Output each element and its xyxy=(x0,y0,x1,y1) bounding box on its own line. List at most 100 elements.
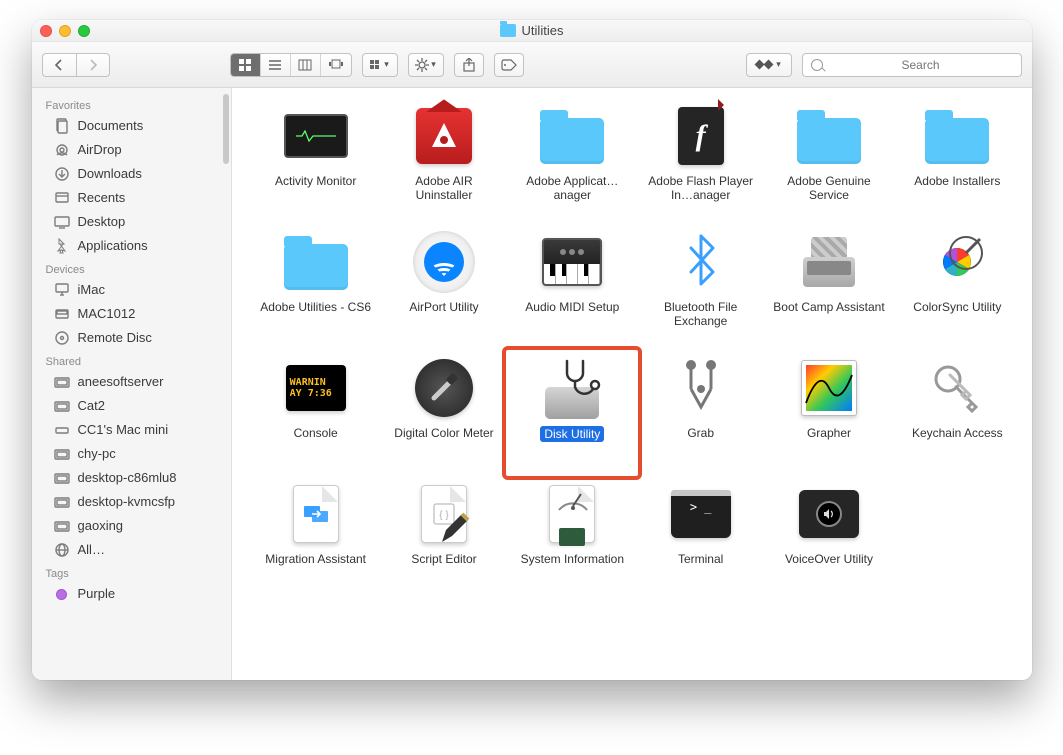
folder-icon xyxy=(925,118,989,164)
sidebar-item-downloads[interactable]: Downloads xyxy=(32,162,231,186)
minimize-button[interactable] xyxy=(59,25,71,37)
forward-button[interactable] xyxy=(76,53,110,77)
app-item-grab[interactable]: Grab xyxy=(636,354,764,474)
app-label: AirPort Utility xyxy=(409,300,478,314)
back-button[interactable] xyxy=(42,53,76,77)
finder-window: Utilities xyxy=(32,20,1032,680)
sidebar-item-imac[interactable]: iMac xyxy=(32,278,231,302)
migration-icon xyxy=(293,485,339,543)
activity-monitor-icon xyxy=(284,114,348,158)
app-item-adobe-utilities-cs6[interactable]: Adobe Utilities - CS6 xyxy=(252,228,380,348)
sidebar-item-cat2[interactable]: Cat2 xyxy=(32,394,231,418)
app-item-migration-assistant[interactable]: Migration Assistant xyxy=(252,480,380,600)
list-icon xyxy=(268,59,282,71)
zoom-button[interactable] xyxy=(78,25,90,37)
app-item-console[interactable]: WARNINAY 7:36 Console xyxy=(252,354,380,474)
app-item-voiceover-utility[interactable]: VoiceOver Utility xyxy=(765,480,893,600)
sidebar-item-desktop-kvmcsfp[interactable]: desktop-kvmcsfp xyxy=(32,490,231,514)
app-label: Digital Color Meter xyxy=(394,426,493,440)
sidebar-item-purple[interactable]: Purple xyxy=(32,582,231,606)
documents-icon xyxy=(54,118,70,134)
chevron-down-icon: ▾ xyxy=(431,59,436,70)
sidebar-item-airdrop[interactable]: AirDrop xyxy=(32,138,231,162)
sidebar-item-aneesoftserver[interactable]: aneesoftserver xyxy=(32,370,231,394)
sidebar-item-label: Applications xyxy=(78,237,148,255)
sidebar-item-remote-disc[interactable]: Remote Disc xyxy=(32,326,231,350)
search-field[interactable] xyxy=(802,53,1022,77)
gallery-icon xyxy=(328,59,344,71)
sidebar-item-label: Purple xyxy=(78,585,116,603)
app-item-boot-camp-assistant[interactable]: Boot Camp Assistant xyxy=(765,228,893,348)
app-item-grapher[interactable]: Grapher xyxy=(765,354,893,474)
sidebar-item-applications[interactable]: Applications xyxy=(32,234,231,258)
app-item-keychain-access[interactable]: Keychain Access xyxy=(893,354,1021,474)
chevron-down-icon: ▾ xyxy=(776,59,781,70)
close-button[interactable] xyxy=(40,25,52,37)
sidebar-item-recents[interactable]: Recents xyxy=(32,186,231,210)
app-item-adobe-installers[interactable]: Adobe Installers xyxy=(893,102,1021,222)
sidebar-item-mac1012[interactable]: MAC1012 xyxy=(32,302,231,326)
view-columns-button[interactable] xyxy=(291,54,321,76)
app-label: ColorSync Utility xyxy=(913,300,1001,314)
view-list-button[interactable] xyxy=(261,54,291,76)
tags-button[interactable] xyxy=(494,53,524,77)
dropbox-button[interactable]: ▾ xyxy=(746,53,792,77)
sidebar-scrollbar[interactable] xyxy=(223,94,229,164)
app-item-activity-monitor[interactable]: Activity Monitor xyxy=(252,102,380,222)
app-item-terminal[interactable]: > _ Terminal xyxy=(636,480,764,600)
app-item-disk-utility[interactable]: Disk Utility xyxy=(508,354,636,474)
app-label: Console xyxy=(294,426,338,440)
sidebar-item-cc1-s-mac-mini[interactable]: CC1's Mac mini xyxy=(32,418,231,442)
app-item-colorsync-utility[interactable]: ColorSync Utility xyxy=(893,228,1021,348)
chevron-left-icon xyxy=(54,59,64,71)
app-label: Disk Utility xyxy=(540,426,604,442)
app-item-adobe-applicat-anager[interactable]: Adobe Applicat…anager xyxy=(508,102,636,222)
app-item-system-information[interactable]: System Information xyxy=(508,480,636,600)
app-item-digital-color-meter[interactable]: Digital Color Meter xyxy=(380,354,508,474)
view-gallery-button[interactable] xyxy=(321,54,351,76)
bootcamp-icon xyxy=(799,237,859,287)
sidebar-item-label: Cat2 xyxy=(78,397,105,415)
app-item-script-editor[interactable]: { } Script Editor xyxy=(380,480,508,600)
share-icon xyxy=(463,58,475,72)
desktop-icon xyxy=(54,214,70,230)
app-item-bluetooth-file-exchange[interactable]: Bluetooth File Exchange xyxy=(636,228,764,348)
sidebar-item-documents[interactable]: Documents xyxy=(32,114,231,138)
app-item-adobe-genuine-service[interactable]: Adobe Genuine Service xyxy=(765,102,893,222)
content-grid[interactable]: Activity Monitor Adobe AIR Uninstaller A… xyxy=(232,88,1032,680)
app-label: Adobe Genuine Service xyxy=(771,174,887,203)
audio-midi-icon xyxy=(542,238,602,286)
folder-icon xyxy=(540,118,604,164)
app-item-audio-midi-setup[interactable]: Audio MIDI Setup xyxy=(508,228,636,348)
arrange-button[interactable]: ▾ xyxy=(362,53,398,77)
sidebar-section-header: Favorites xyxy=(32,94,231,114)
action-button[interactable]: ▾ xyxy=(408,53,444,77)
sidebar-item-desktop[interactable]: Desktop xyxy=(32,210,231,234)
tag-icon xyxy=(501,59,517,71)
grapher-icon xyxy=(801,360,857,416)
view-icon-button[interactable] xyxy=(231,54,261,76)
app-item-adobe-flash-player-in-anager[interactable]: f Adobe Flash Player In…anager xyxy=(636,102,764,222)
sidebar-item-label: gaoxing xyxy=(78,517,124,535)
sidebar-item-chy-pc[interactable]: chy-pc xyxy=(32,442,231,466)
applications-icon xyxy=(54,238,70,254)
sidebar-item-gaoxing[interactable]: gaoxing xyxy=(32,514,231,538)
sidebar-item-label: MAC1012 xyxy=(78,305,136,323)
app-label: Adobe Installers xyxy=(914,174,1000,188)
airdrop-icon xyxy=(54,142,70,158)
sidebar[interactable]: FavoritesDocumentsAirDrop Downloads Recent… xyxy=(32,88,232,680)
recents-icon xyxy=(54,190,70,206)
color-meter-icon xyxy=(415,359,473,417)
app-label: Boot Camp Assistant xyxy=(773,300,884,314)
sidebar-item-desktop-c86mlu8[interactable]: desktop-c86mlu8 xyxy=(32,466,231,490)
sidebar-item-all-[interactable]: All… xyxy=(32,538,231,562)
app-label: Migration Assistant xyxy=(265,552,366,566)
search-input[interactable] xyxy=(829,57,1013,73)
dropbox-icon xyxy=(756,59,772,71)
share-button[interactable] xyxy=(454,53,484,77)
disk-utility-icon xyxy=(541,357,603,419)
sidebar-item-label: Downloads xyxy=(78,165,142,183)
app-item-airport-utility[interactable]: AirPort Utility xyxy=(380,228,508,348)
app-item-adobe-air-uninstaller[interactable]: Adobe AIR Uninstaller xyxy=(380,102,508,222)
sidebar-item-label: chy-pc xyxy=(78,445,116,463)
